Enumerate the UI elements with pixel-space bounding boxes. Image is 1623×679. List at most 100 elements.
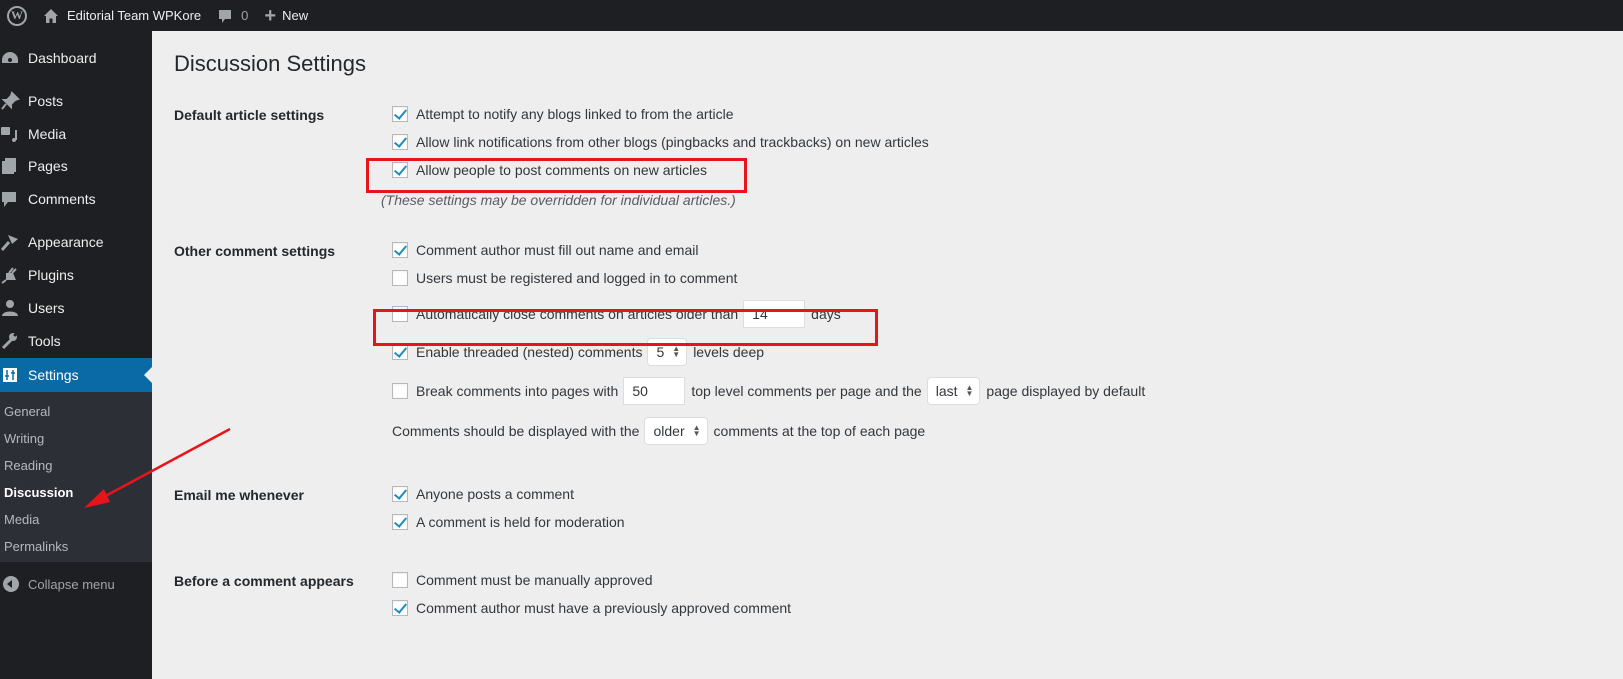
checkbox[interactable] [392, 514, 408, 530]
option-registered[interactable]: Users must be registered and logged in t… [392, 266, 737, 290]
plug-icon [1, 267, 17, 284]
option-anyone-posts[interactable]: Anyone posts a comment [392, 482, 574, 506]
option-manual-approve[interactable]: Comment must be manually approved [392, 568, 653, 592]
checkbox[interactable] [392, 270, 408, 286]
dashboard-icon [2, 52, 18, 63]
sidebar-item-posts[interactable]: Posts [0, 84, 152, 118]
section-label-email: Email me whenever [174, 487, 304, 503]
checkbox[interactable] [392, 572, 408, 588]
submenu-item-reading[interactable]: Reading [4, 458, 52, 473]
sidebar-item-appearance[interactable]: Appearance [0, 225, 152, 259]
settings-submenu: General Writing Reading Discussion Media… [0, 392, 152, 562]
select-value: 5 [656, 344, 665, 360]
admin-sidebar: Dashboard Posts Media Pages Comments App… [0, 31, 152, 679]
option-label: Break comments into pages with [416, 383, 619, 399]
new-label: New [282, 8, 309, 23]
section-label-other-comment: Other comment settings [174, 243, 336, 259]
highlight-box-auto-close [373, 309, 878, 346]
comments-count: 0 [241, 8, 249, 23]
comments-per-page-input[interactable]: 50 [623, 377, 686, 405]
sidebar-label: Appearance [28, 234, 104, 250]
sidebar-label: Settings [28, 367, 79, 383]
comment-bubble-icon [219, 9, 232, 23]
comments-link[interactable]: 0 [209, 0, 256, 31]
option-middle: top level comments per page and the [691, 383, 922, 399]
checkbox[interactable] [392, 486, 408, 502]
select-arrows-icon: ▲ ▼ [692, 423, 701, 438]
checkbox[interactable] [392, 383, 408, 399]
option-label: Comment author must fill out name and em… [416, 242, 699, 258]
wp-logo-button[interactable]: W [0, 0, 35, 31]
submenu-item-discussion[interactable]: Discussion [4, 485, 73, 500]
sidebar-item-tools[interactable]: Tools [0, 324, 152, 358]
option-link-notifications[interactable]: Allow link notifications from other blog… [392, 130, 929, 154]
option-label: Comment must be manually approved [416, 572, 653, 588]
collapse-menu-label: Collapse menu [28, 576, 115, 592]
settings-note: (These settings may be overridden for in… [381, 192, 736, 208]
submenu-item-writing[interactable]: Writing [4, 431, 44, 446]
option-notify-blogs[interactable]: Attempt to notify any blogs linked to fr… [392, 102, 734, 126]
settings-icon [3, 368, 17, 382]
collapse-arrow-icon [3, 576, 19, 592]
sidebar-label: Plugins [28, 267, 74, 283]
pages-icon [2, 158, 16, 174]
pin-icon [1, 91, 20, 110]
wordpress-logo-icon: W [7, 5, 27, 26]
sidebar-label: Media [28, 126, 67, 142]
sidebar-item-dashboard[interactable]: Dashboard [0, 41, 152, 75]
new-content-button[interactable]: + New [256, 0, 316, 31]
site-name-link[interactable]: Editorial Team WPKore [35, 0, 209, 31]
option-prefix: Comments should be displayed with the [392, 423, 640, 439]
option-name-email[interactable]: Comment author must fill out name and em… [392, 238, 698, 262]
comment-icon [2, 192, 16, 207]
checkbox[interactable] [392, 134, 408, 150]
option-suffix: page displayed by default [986, 383, 1146, 399]
sidebar-item-users[interactable]: Users [0, 291, 152, 325]
sidebar-item-media[interactable]: Media [0, 117, 152, 151]
sidebar-item-comments[interactable]: Comments [0, 182, 152, 216]
checkbox[interactable] [392, 600, 408, 616]
select-arrows-icon: ▲ ▼ [965, 383, 974, 398]
wrench-icon [1, 333, 17, 350]
site-name: Editorial Team WPKore [67, 8, 202, 23]
admin-bar: W Editorial Team WPKore 0 + New [0, 0, 1623, 31]
select-value: last [935, 383, 958, 399]
sidebar-item-pages[interactable]: Pages [0, 149, 152, 183]
sidebar-label: Pages [28, 158, 68, 174]
section-label-default-article: Default article settings [174, 107, 325, 123]
option-label: Anyone posts a comment [416, 486, 574, 502]
checkbox[interactable] [392, 106, 408, 122]
option-label: Users must be registered and logged in t… [416, 270, 738, 286]
sidebar-label: Posts [28, 93, 64, 109]
user-icon [2, 300, 18, 316]
sidebar-label: Dashboard [28, 50, 97, 66]
page-title: Discussion Settings [174, 51, 366, 76]
checkbox[interactable] [392, 242, 408, 258]
select-arrows-icon: ▲ ▼ [672, 344, 681, 359]
option-suffix: comments at the top of each page [713, 423, 926, 439]
option-held-moderation[interactable]: A comment is held for moderation [392, 510, 625, 534]
checkbox[interactable] [392, 344, 408, 360]
option-paged: Break comments into pages with 50 top le… [392, 376, 1145, 406]
option-label: A comment is held for moderation [416, 514, 625, 530]
option-suffix: levels deep [693, 344, 765, 360]
select-value: older [653, 423, 685, 439]
option-label: Comment author must have a previously ap… [416, 600, 792, 616]
default-page-select[interactable]: last ▲ ▼ [926, 377, 981, 405]
collapse-menu-button[interactable]: Collapse menu [0, 574, 115, 594]
comment-order-select[interactable]: older ▲ ▼ [644, 417, 708, 445]
sidebar-item-settings[interactable]: Settings [0, 358, 152, 392]
paintbrush-icon [0, 235, 18, 251]
submenu-item-permalinks[interactable]: Permalinks [4, 539, 68, 554]
submenu-item-media[interactable]: Media [4, 512, 39, 527]
sidebar-item-plugins[interactable]: Plugins [0, 258, 152, 292]
main-content: Discussion Settings Default article sett… [152, 31, 1623, 679]
submenu-item-general[interactable]: General [4, 404, 50, 419]
option-order: Comments should be displayed with the ol… [392, 416, 925, 446]
sidebar-label: Users [28, 300, 65, 316]
media-icon [1, 127, 17, 142]
option-previously-approved[interactable]: Comment author must have a previously ap… [392, 596, 791, 620]
option-label: Enable threaded (nested) comments [416, 344, 643, 360]
plus-icon: + [264, 4, 277, 27]
section-label-before-appears: Before a comment appears [174, 573, 354, 589]
